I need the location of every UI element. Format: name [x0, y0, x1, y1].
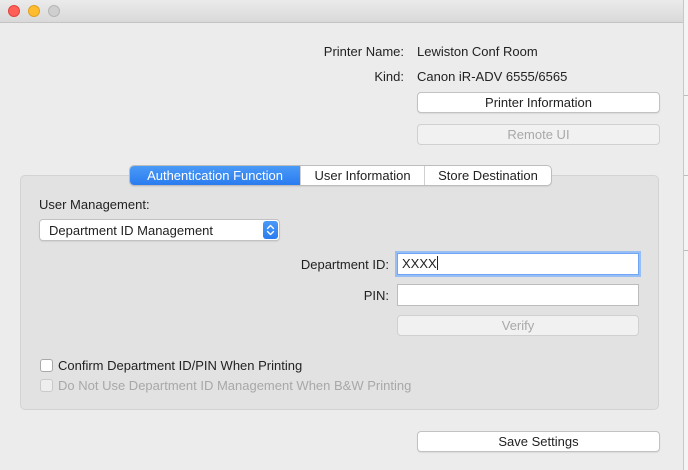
printer-information-button[interactable]: Printer Information — [417, 92, 660, 113]
confirm-department-id-label[interactable]: Confirm Department ID/PIN When Printing — [58, 358, 302, 373]
save-settings-button[interactable]: Save Settings — [417, 431, 660, 452]
bw-printing-checkbox — [40, 379, 53, 392]
tab-bar: Authentication Function User Information… — [129, 165, 552, 186]
confirm-department-id-checkbox[interactable] — [40, 359, 53, 372]
department-id-value: XXXX — [402, 256, 437, 271]
minimize-window-button[interactable] — [28, 5, 40, 17]
edge-divider — [684, 250, 688, 251]
printer-settings-window: Printer Name: Lewiston Conf Room Kind: C… — [0, 0, 684, 470]
edge-divider — [684, 175, 688, 176]
zoom-window-button[interactable] — [48, 5, 60, 17]
pin-field[interactable] — [397, 284, 639, 306]
user-management-label: User Management: — [39, 197, 150, 212]
remote-ui-button: Remote UI — [417, 124, 660, 145]
printer-name-value: Lewiston Conf Room — [417, 44, 538, 59]
edge-divider — [684, 95, 688, 96]
text-caret — [436, 256, 438, 270]
tab-store-destination[interactable]: Store Destination — [424, 166, 551, 185]
background-window-edge — [684, 0, 688, 470]
user-management-popup[interactable]: Department ID Management — [39, 219, 280, 241]
printer-kind-label: Kind: — [374, 69, 404, 84]
department-id-field[interactable]: XXXX — [397, 253, 639, 275]
close-window-button[interactable] — [8, 5, 20, 17]
pin-label: PIN: — [363, 288, 389, 303]
verify-button: Verify — [397, 315, 639, 336]
user-management-value: Department ID Management — [49, 223, 214, 238]
printer-name-label: Printer Name: — [323, 44, 404, 59]
bw-printing-label: Do Not Use Department ID Management When… — [58, 378, 412, 393]
department-id-label: Department ID: — [300, 257, 389, 272]
tab-user-information[interactable]: User Information — [300, 166, 424, 185]
printer-kind-value: Canon iR-ADV 6555/6565 — [417, 69, 568, 84]
title-bar — [0, 0, 683, 23]
updown-chevron-icon — [263, 221, 278, 239]
tab-authentication-function[interactable]: Authentication Function — [130, 166, 300, 185]
